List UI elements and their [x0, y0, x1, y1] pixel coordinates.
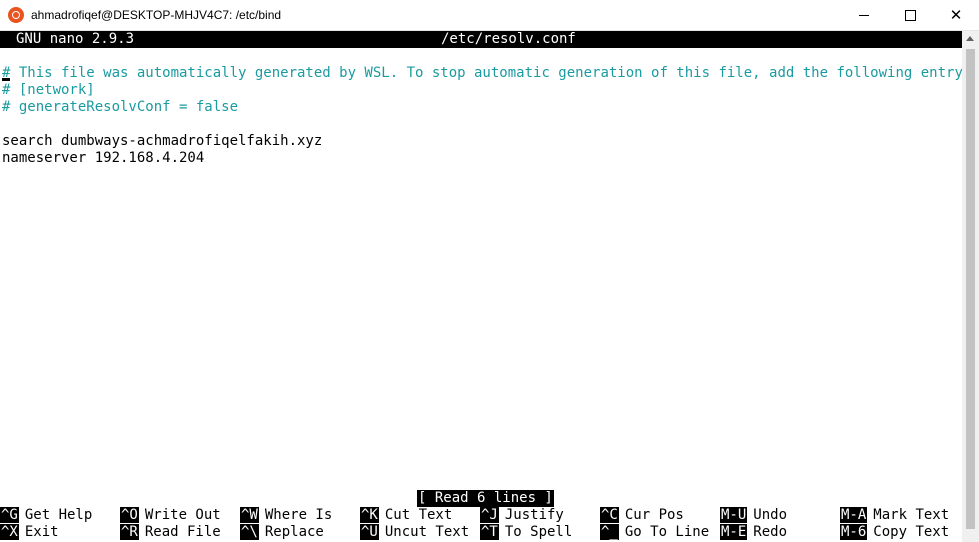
- shortcut-key: ^J: [480, 507, 499, 523]
- shortcut-item[interactable]: ^R Read File: [120, 524, 221, 541]
- shortcut-key: ^W: [240, 507, 259, 523]
- shortcut-key: ^U: [360, 524, 379, 540]
- shortcut-item[interactable]: ^W Where Is: [240, 507, 332, 524]
- shortcut-label: To Spell: [504, 524, 573, 540]
- shortcut-item[interactable]: M-6 Copy Text: [840, 524, 949, 541]
- shortcut-item[interactable]: M-E Redo: [720, 524, 787, 541]
- shortcut-key: M-A: [840, 507, 868, 523]
- editor-line-6[interactable]: nameserver 192.168.4.204: [2, 150, 204, 167]
- shortcut-key: ^\: [240, 524, 259, 540]
- shortcut-label: Cut Text: [384, 507, 453, 523]
- shortcut-key: M-U: [720, 507, 748, 523]
- editor-line-2[interactable]: # [network]: [2, 82, 95, 99]
- close-button[interactable]: ✕: [933, 0, 979, 31]
- editor-line-5[interactable]: search dumbways-achmadrofiqelfakih.xyz: [2, 133, 322, 150]
- shortcut-key: ^R: [120, 524, 139, 540]
- shortcut-key: ^K: [360, 507, 379, 523]
- editor-line-1-text: # This file was automatically generated …: [2, 65, 962, 81]
- nano-header: GNU nano 2.9.3 /etc/resolv.conf: [0, 31, 962, 48]
- maximize-icon: [904, 10, 916, 21]
- minimize-button[interactable]: [841, 0, 887, 31]
- shortcut-key: ^O: [120, 507, 139, 523]
- close-icon: ✕: [949, 6, 963, 24]
- shortcut-item[interactable]: M-A Mark Text: [840, 507, 949, 524]
- shortcut-label: Go To Line: [624, 524, 710, 540]
- shortcut-item[interactable]: M-U Undo: [720, 507, 787, 524]
- shortcut-label: Write Out: [144, 507, 221, 523]
- shortcut-key: ^_: [600, 524, 619, 540]
- ubuntu-icon: [8, 7, 24, 23]
- shortcut-key: ^C: [600, 507, 619, 523]
- shortcut-item[interactable]: ^X Exit: [0, 524, 59, 541]
- minimize-icon: [859, 15, 869, 16]
- maximize-button[interactable]: [887, 0, 933, 31]
- shortcut-item[interactable]: ^C Cur Pos: [600, 507, 684, 524]
- shortcut-key: ^G: [0, 507, 19, 523]
- status-message: [ Read 6 lines ]: [417, 490, 554, 507]
- shortcut-label: Justify: [504, 507, 564, 523]
- shortcut-label: Exit: [24, 524, 59, 540]
- shortcut-label: Replace: [264, 524, 324, 540]
- scroll-thumb[interactable]: [966, 49, 975, 529]
- shortcut-item[interactable]: ^\ Replace: [240, 524, 324, 541]
- shortcut-item[interactable]: ^O Write Out: [120, 507, 221, 524]
- shortcut-item[interactable]: ^T To Spell: [480, 524, 572, 541]
- shortcut-label: Copy Text: [873, 524, 950, 540]
- terminal-area[interactable]: GNU nano 2.9.3 /etc/resolv.conf # This f…: [0, 31, 962, 542]
- shortcut-label: Mark Text: [873, 507, 950, 523]
- shortcut-label: Undo: [753, 507, 788, 523]
- shortcut-key: ^T: [480, 524, 499, 540]
- shortcut-key: M-6: [840, 524, 868, 540]
- shortcut-item[interactable]: ^U Uncut Text: [360, 524, 469, 541]
- window-title: ahmadrofiqef@DESKTOP-MHJV4C7: /etc/bind: [31, 8, 282, 22]
- editor-line-3[interactable]: # generateResolvConf = false: [2, 99, 238, 116]
- file-name: /etc/resolv.conf: [441, 31, 576, 47]
- shortcut-label: Cur Pos: [624, 507, 684, 523]
- text-cursor: [2, 78, 10, 81]
- shortcut-item[interactable]: ^_ Go To Line: [600, 524, 709, 541]
- shortcut-item[interactable]: ^J Justify: [480, 507, 564, 524]
- editor-line-1[interactable]: # This file was automatically generated …: [2, 65, 962, 82]
- shortcut-label: Read File: [144, 524, 221, 540]
- vertical-scrollbar[interactable]: [962, 31, 979, 542]
- shortcut-key: ^X: [0, 524, 19, 540]
- shortcut-item[interactable]: ^K Cut Text: [360, 507, 452, 524]
- shortcut-item[interactable]: ^G Get Help: [0, 507, 92, 524]
- shortcut-key: M-E: [720, 524, 748, 540]
- scroll-up-icon[interactable]: [966, 36, 974, 41]
- title-bar: ahmadrofiqef@DESKTOP-MHJV4C7: /etc/bind …: [0, 0, 979, 31]
- nano-version: GNU nano 2.9.3: [16, 31, 135, 47]
- shortcut-label: Redo: [753, 524, 788, 540]
- shortcut-bar: ^G Get Help ^O Write Out ^W Where Is ^K Cut …: [0, 507, 962, 541]
- shortcut-label: Get Help: [24, 507, 93, 523]
- shortcut-label: Where Is: [264, 507, 333, 523]
- shortcut-label: Uncut Text: [384, 524, 470, 540]
